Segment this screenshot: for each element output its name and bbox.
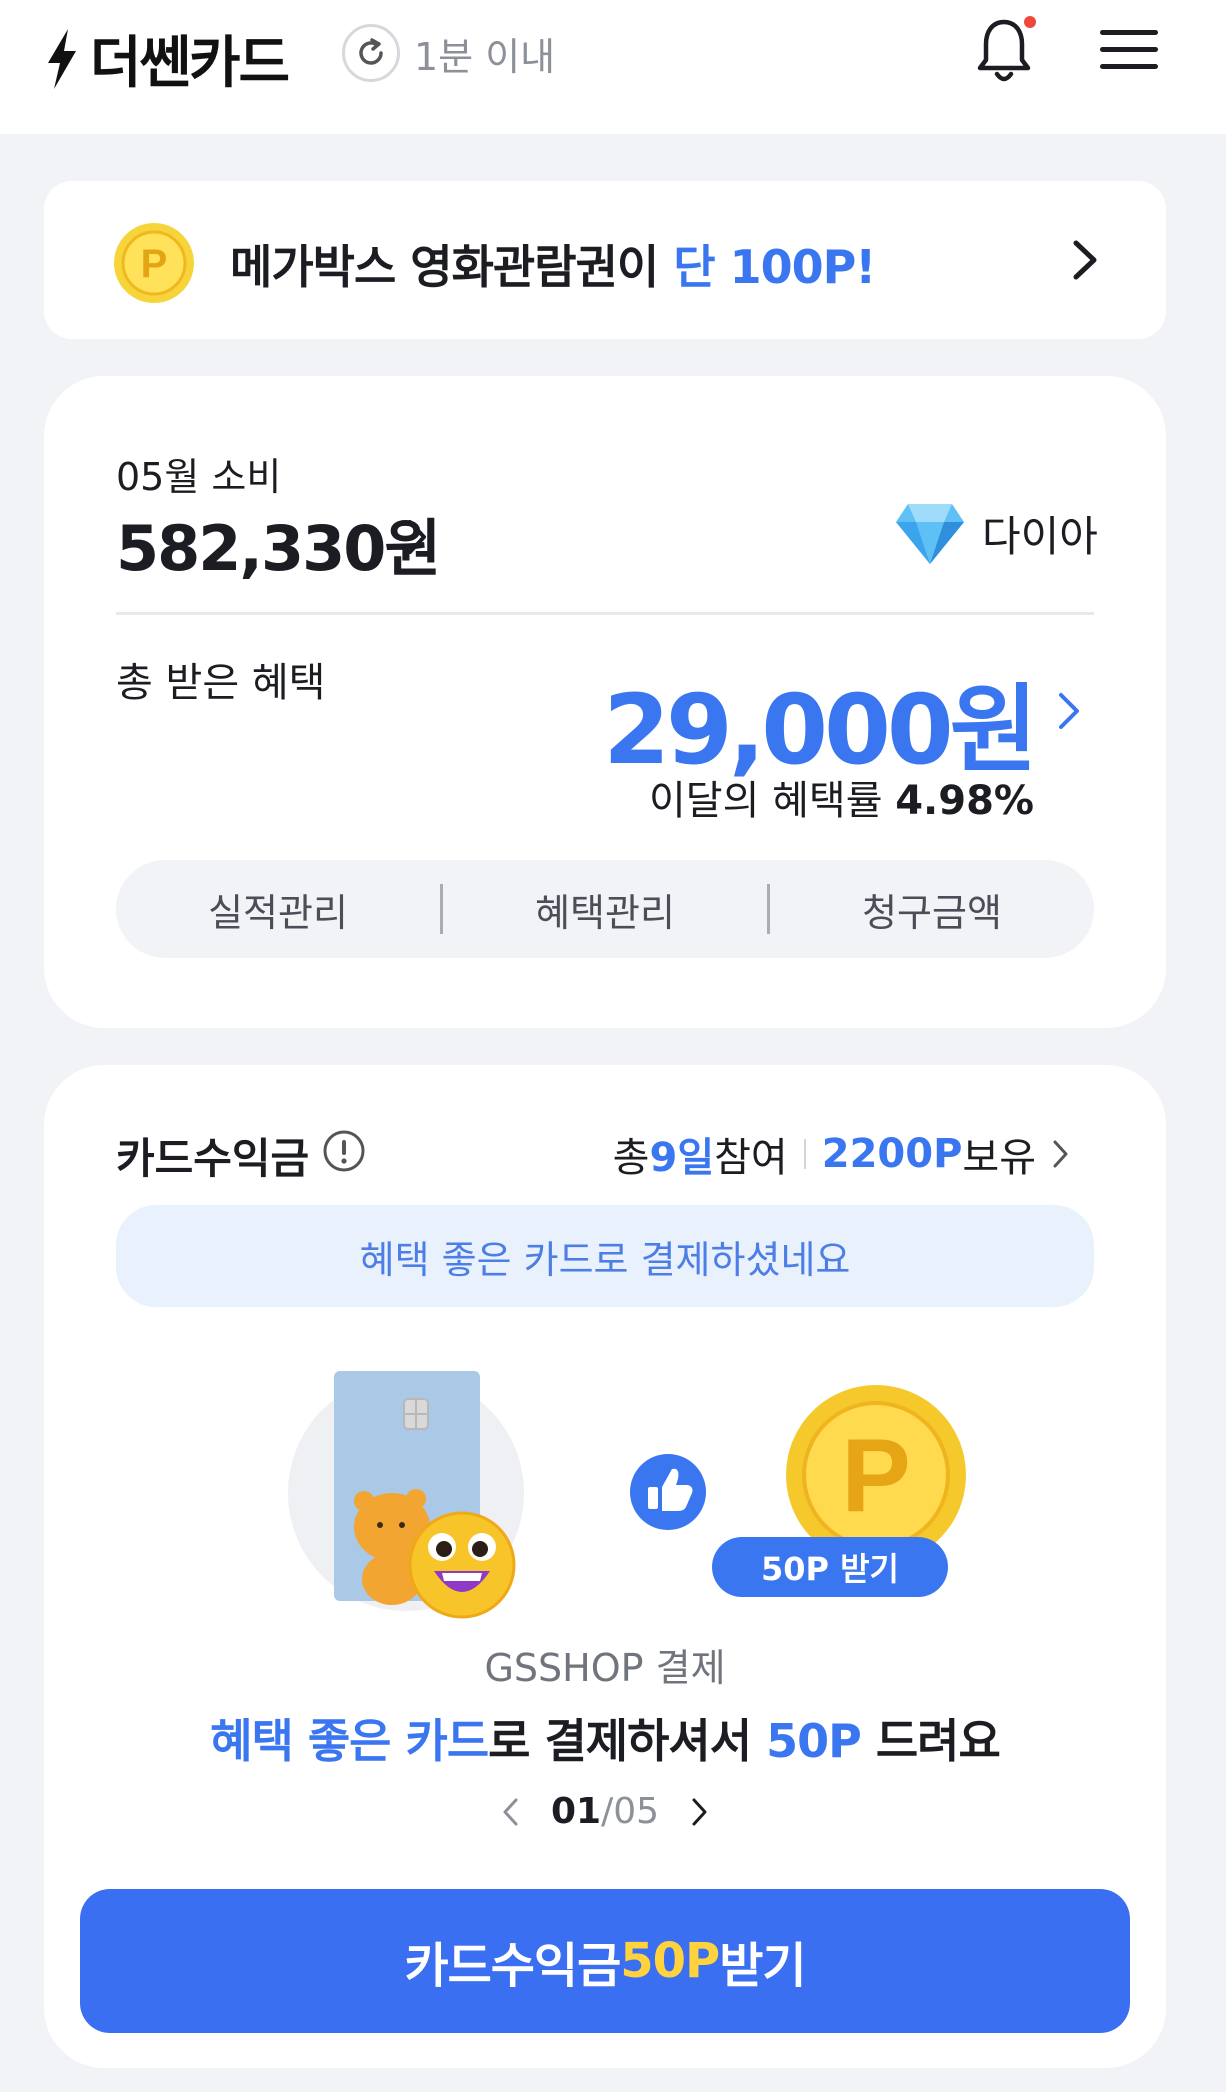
earnings-title: 카드수익금 [116, 1134, 310, 1183]
grade-badge: 다이아 [894, 500, 1098, 566]
benefit-rate-value: 4.98% [895, 778, 1034, 824]
page-current: 01 [550, 1791, 602, 1832]
notification-dot [1024, 16, 1036, 28]
month-spending-label: 05월 소비 [116, 455, 282, 499]
grade-label: 다이아 [982, 511, 1098, 561]
stats-separator [803, 1139, 806, 1169]
tab-performance[interactable]: 실적관리 [116, 882, 440, 937]
thumbs-up-icon [630, 1454, 706, 1530]
promo-text: 메가박스 영화관람권이 단 100P! [230, 231, 876, 297]
tab-billing[interactable]: 청구금액 [770, 882, 1094, 937]
reward-caption: 혜택 좋은 카드로 결제하셔서 50P 드려요 [44, 1705, 1166, 1771]
stats-points: 2200P [821, 1131, 963, 1177]
chevron-right-icon[interactable] [691, 1797, 709, 1827]
menu-icon[interactable] [1100, 30, 1158, 74]
earnings-message: 혜택 좋은 카드로 결제하셨네요 [116, 1205, 1094, 1307]
stats-suffix: 보유 [962, 1135, 1036, 1181]
stats-days: 9일 [649, 1135, 715, 1181]
reward-badge[interactable]: 50P 받기 [712, 1537, 948, 1597]
earnings-visual: P [288, 1371, 966, 1619]
cta-suffix: 받기 [719, 1938, 806, 1994]
caption-text-1: 로 결제하셔서 [488, 1714, 767, 1768]
chevron-left-icon[interactable] [501, 1797, 519, 1827]
merchant-label: GSSHOP 결제 [484, 1646, 726, 1690]
divider [116, 612, 1094, 615]
cta-prefix: 카드수익금 [404, 1938, 621, 1994]
card-image-icon [288, 1371, 524, 1619]
summary-tab-bar: 실적관리 혜택관리 청구금액 [116, 860, 1094, 958]
caption-highlight-1: 혜택 좋은 카드 [210, 1714, 489, 1768]
refresh-icon [342, 24, 400, 82]
benefit-rate-label: 이달의 혜택률 [648, 778, 896, 824]
svg-text:P: P [841, 1418, 910, 1534]
info-icon[interactable] [322, 1129, 366, 1173]
total-benefit-label: 총 받은 혜택 [116, 660, 326, 706]
stats-mid: 참여 [714, 1135, 788, 1181]
svg-text:P: P [141, 242, 168, 286]
benefit-rate: 이달의 혜택률 4.98% [649, 768, 1034, 826]
chevron-right-icon [1073, 240, 1097, 280]
stats-prefix: 총 [612, 1135, 650, 1181]
page-total: 05 [613, 1791, 660, 1832]
coin-icon: P [114, 223, 194, 303]
chevron-right-icon [1053, 1140, 1068, 1168]
refresh-time-label: 1분 이내 [414, 34, 556, 79]
promo-text-main: 메가박스 영화관람권이 [230, 240, 674, 294]
chevron-right-icon[interactable] [1056, 690, 1082, 732]
claim-earnings-button[interactable]: 카드수익금 50P 받기 [80, 1889, 1130, 2033]
earnings-stats[interactable]: 총 9일 참여 2200P 보유 [613, 1125, 1070, 1183]
page-separator: / [601, 1791, 614, 1832]
logo-text: 더쎈카드 [90, 31, 290, 96]
caption-text-2: 드려요 [860, 1714, 1001, 1768]
spending-summary-card: 05월 소비 582,330원 다이아 총 받은 혜택 29,000원 이달의 … [44, 376, 1166, 1028]
tab-benefits[interactable]: 혜택관리 [443, 882, 767, 937]
month-spending-amount[interactable]: 582,330원 [116, 498, 441, 588]
carousel-pager: 01 / 05 [44, 1791, 1166, 1832]
chevron-right-icon[interactable] [406, 518, 428, 556]
cta-points: 50P [620, 1933, 720, 1989]
diamond-icon [896, 504, 964, 564]
caption-highlight-2: 50P [766, 1714, 862, 1768]
refresh-button[interactable]: 1분 이내 [342, 24, 555, 82]
card-earnings-card: 카드수익금 총 9일 참여 2200P 보유 혜택 좋은 카드로 결제하셨네요 [44, 1065, 1166, 2068]
promo-text-highlight: 단 100P! [673, 240, 876, 294]
promo-banner[interactable]: P 메가박스 영화관람권이 단 100P! [44, 181, 1166, 339]
bolt-icon [48, 28, 76, 89]
app-header: 더쎈카드 1분 이내 [0, 0, 1226, 134]
app-logo[interactable]: 더쎈카드 [42, 18, 290, 99]
